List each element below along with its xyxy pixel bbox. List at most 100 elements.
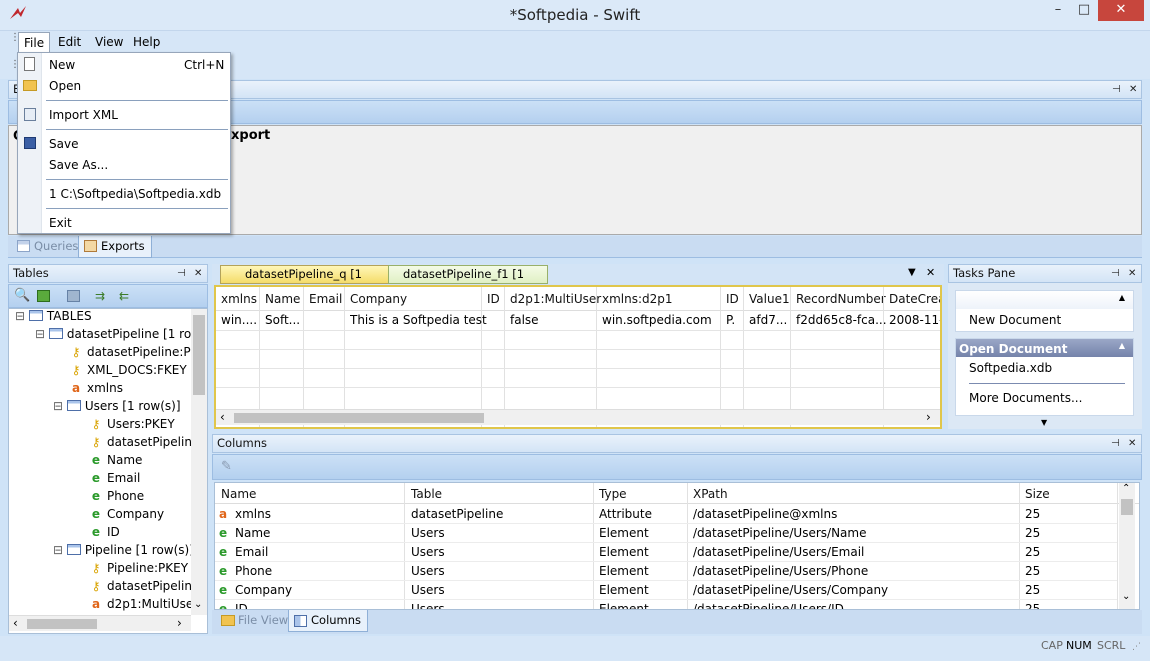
tree-node-dataset[interactable]: ⊟ datasetPipeline [1 row( [35, 327, 206, 341]
grid-cell[interactable]: P. [726, 313, 735, 327]
grid-cell[interactable]: win.softpedia.com [602, 313, 712, 327]
menu-item-save[interactable]: Save [49, 137, 78, 151]
grid-cell[interactable]: 2008-11-2 [889, 313, 940, 327]
grid-header-cell[interactable]: RecordNumber [796, 292, 886, 306]
col-xpath[interactable]: /datasetPipeline/Users/ID [693, 602, 844, 609]
more-documents-link[interactable]: More Documents... [969, 391, 1082, 405]
grid-hscroll[interactable]: ‹ › [216, 409, 940, 425]
edit-icon[interactable]: ✎ [221, 459, 232, 474]
maximize-button[interactable]: □ [1071, 0, 1097, 22]
pin-icon[interactable]: ⊣ [1111, 265, 1120, 282]
recent-file-link[interactable]: Softpedia.xdb [969, 361, 1052, 375]
doc-tab-1[interactable]: datasetPipeline_q [1 row] [220, 265, 392, 298]
collapse-icon[interactable]: ⇇ [119, 289, 129, 303]
tree-node-xmldocs-fkey[interactable]: ⚷ XML_DOCS:FKEY [69, 363, 187, 377]
col-type[interactable]: Element [599, 602, 649, 609]
close-icon[interactable]: ✕ [194, 265, 202, 282]
grid-header-cell[interactable]: Name [265, 292, 300, 306]
new-document-link[interactable]: New Document [969, 313, 1061, 327]
col-table[interactable]: Users [411, 545, 445, 559]
tree-node-users-pkey[interactable]: ⚷ Users:PKEY [89, 417, 175, 431]
col-size[interactable]: 25 [1025, 602, 1040, 609]
col-name[interactable]: xmlns [235, 507, 271, 521]
tree-node-multiuser[interactable]: a d2p1:MultiUser [89, 597, 198, 611]
col-header-table[interactable]: Table [411, 487, 442, 501]
col-xpath[interactable]: /datasetPipeline@xmlns [693, 507, 837, 521]
col-xpath[interactable]: /datasetPipeline/Users/Name [693, 526, 866, 540]
col-header-xpath[interactable]: XPath [693, 487, 728, 501]
menu-item-new[interactable]: New [49, 58, 75, 72]
pin-icon[interactable]: ⊣ [177, 265, 186, 282]
col-size[interactable]: 25 [1025, 526, 1040, 540]
collapse-icon[interactable]: ▲ [1119, 341, 1125, 350]
menu-item-recent-file[interactable]: 1 C:\Softpedia\Softpedia.xdb [49, 187, 221, 201]
col-type[interactable]: Element [599, 545, 649, 559]
tree-node-phone[interactable]: e Phone [89, 489, 144, 503]
columns-row[interactable]: a xmlns datasetPipeline Attribute/datasetPi… [215, 505, 1117, 524]
chevron-down-icon[interactable]: ⌄ [1122, 591, 1130, 602]
grid-cell[interactable]: This is a Softpedia test [350, 313, 487, 327]
tree-node-id[interactable]: e ID [89, 525, 120, 539]
collapse-icon[interactable]: ▲ [1119, 293, 1125, 302]
menu-item-import-xml[interactable]: Import XML [49, 108, 118, 122]
grid-header-cell[interactable]: Value1 [749, 292, 790, 306]
col-xpath[interactable]: /datasetPipeline/Users/Company [693, 583, 888, 597]
tree-node-name[interactable]: e Name [89, 453, 142, 467]
grid-header-cell[interactable]: ID [487, 292, 500, 306]
tree-node-dataset-pkey[interactable]: ⚷ datasetPipeline:PKE [69, 345, 206, 359]
chevron-up-icon[interactable]: ⌃ [1122, 483, 1130, 494]
data-grid-row[interactable]: win.... Soft... This is a Softpedia test… [216, 311, 940, 331]
menu-help[interactable]: Help [133, 35, 160, 49]
pin-icon[interactable]: ⊣ [1112, 81, 1121, 98]
columns-row[interactable]: e Phone Users Element/datasetPipeline/Users… [215, 562, 1117, 581]
tree-node-users[interactable]: ⊟ Users [1 row(s)] [53, 399, 181, 413]
grid-header-cell[interactable]: Email [309, 292, 342, 306]
tab-list-dropdown-icon[interactable]: ▼ [908, 267, 916, 278]
grid-header-cell[interactable]: DateCreat [889, 292, 940, 306]
col-type[interactable]: Element [599, 583, 649, 597]
columns-row[interactable]: e Name Users Element/datasetPipeline/Users/… [215, 524, 1117, 543]
menu-item-exit[interactable]: Exit [49, 216, 72, 230]
columns-vscroll[interactable]: ⌃ ⌄ [1119, 483, 1135, 609]
col-xpath[interactable]: /datasetPipeline/Users/Phone [693, 564, 868, 578]
chevron-down-icon[interactable]: ▼ [1041, 418, 1047, 427]
col-name[interactable]: Company [235, 583, 292, 597]
col-size[interactable]: 25 [1025, 507, 1040, 521]
chevron-right-icon[interactable]: › [926, 410, 931, 424]
grid-header-cell[interactable]: ID [726, 292, 739, 306]
tree-node-pipeline-fk[interactable]: ⚷ datasetPipeline [89, 579, 200, 593]
tab-queries[interactable]: Queries [12, 236, 84, 258]
col-table[interactable]: Users [411, 602, 445, 609]
doc-tab-2[interactable]: datasetPipeline_f1 [1 row] [388, 265, 548, 298]
search-icon[interactable]: 🔍 [14, 288, 30, 303]
col-type[interactable]: Element [599, 564, 649, 578]
grid-header-cell[interactable]: d2p1:MultiUser [510, 292, 601, 306]
tab-exports[interactable]: Exports [78, 236, 152, 258]
grid-icon[interactable] [37, 290, 50, 302]
grid-hscroll-thumb[interactable] [234, 413, 484, 423]
resize-grip-icon[interactable]: ⋰ [1132, 642, 1141, 652]
close-icon[interactable]: ✕ [1128, 265, 1136, 282]
columns-row[interactable]: e ID Users Element/datasetPipeline/Users/ID… [215, 600, 1117, 609]
tree-hscroll-thumb[interactable] [27, 619, 97, 629]
menu-edit[interactable]: Edit [58, 35, 81, 49]
col-table[interactable]: Users [411, 564, 445, 578]
columns-vscroll-thumb[interactable] [1121, 499, 1133, 515]
minimize-button[interactable]: – [1045, 0, 1071, 22]
grid-cell[interactable]: Soft... [265, 313, 301, 327]
chevron-down-icon[interactable]: ⌄ [194, 599, 202, 610]
grid-cell[interactable]: afd7... [749, 313, 787, 327]
col-name[interactable]: Email [235, 545, 268, 559]
tree-node-users-fk[interactable]: ⚷ datasetPipeline [89, 435, 200, 449]
col-type[interactable]: Attribute [599, 507, 652, 521]
menu-file[interactable]: File [18, 32, 51, 53]
col-table[interactable]: Users [411, 526, 445, 540]
col-table[interactable]: datasetPipeline [411, 507, 503, 521]
col-header-size[interactable]: Size [1025, 487, 1050, 501]
grid-header-cell[interactable]: Company [350, 292, 407, 306]
close-icon[interactable]: ✕ [926, 266, 935, 279]
tree-node-email[interactable]: e Email [89, 471, 140, 485]
pin-icon[interactable]: ⊣ [1111, 435, 1120, 452]
grid-header-cell[interactable]: xmlns [221, 292, 257, 306]
tree-node-xmlns[interactable]: a xmlns [69, 381, 123, 395]
